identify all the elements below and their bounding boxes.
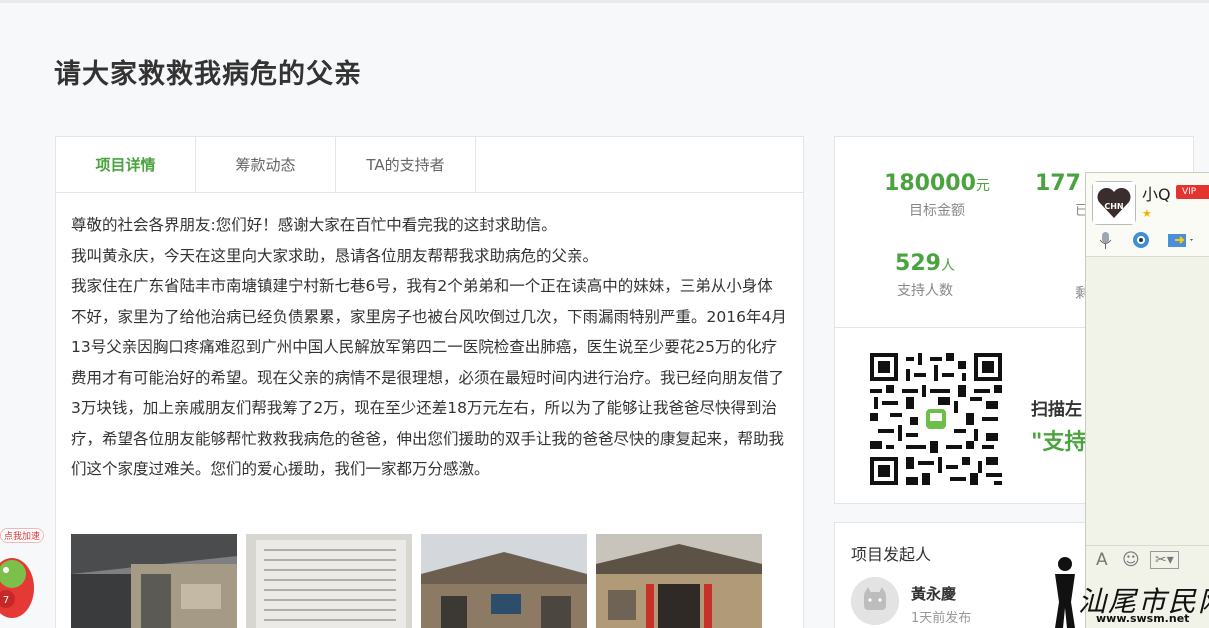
- qq-toolbar: [1094, 229, 1193, 251]
- photo-strip: [71, 534, 762, 628]
- photo-document[interactable]: [246, 534, 412, 628]
- story-paragraph: 我叫黄永庆，今天在这里向大家求助，恳请各位朋友帮帮我求助病危的父亲。: [71, 246, 599, 265]
- photo-house-1[interactable]: [71, 534, 237, 628]
- photo-house-3[interactable]: [596, 534, 762, 628]
- watermark-url: www.swsm.net: [1096, 612, 1190, 625]
- badge-count: 7: [3, 595, 9, 606]
- goal-label: 目标金额: [909, 203, 965, 219]
- story-paragraph: 我家住在广东省陆丰市南塘镇建宁村新七巷6号，我有2个弟弟和一个正在读高中的妹妹，…: [71, 277, 787, 478]
- qq-contact-name: 小Q: [1142, 185, 1171, 204]
- page-title: 请大家救救我病危的父亲: [54, 59, 362, 90]
- initiator-avatar[interactable]: [851, 577, 899, 625]
- goal-amount-stat: 180000元 目标金额: [857, 171, 1017, 220]
- initiator-name[interactable]: 黃永慶: [911, 583, 956, 604]
- initiator-title: 项目发起人: [851, 545, 932, 564]
- tab-funding-updates[interactable]: 筹款动态: [196, 137, 336, 193]
- goal-amount: 180000: [884, 171, 976, 196]
- qq-avatar[interactable]: CHN: [1092, 181, 1136, 225]
- initiator-time: 1天前发布: [911, 611, 972, 626]
- qq-header: CHN 小Q VIP ★: [1086, 173, 1209, 257]
- qr-code: [870, 353, 1002, 485]
- supporters-stat: 529人 支持人数: [845, 251, 1005, 300]
- send-file-icon[interactable]: [1166, 229, 1193, 251]
- supporters-count: 529: [895, 251, 941, 276]
- top-border: [0, 0, 1209, 3]
- tab-bar: 项目详情 筹款动态 TA的支持者: [56, 137, 803, 193]
- microphone-icon[interactable]: [1094, 229, 1116, 251]
- photo-house-2[interactable]: [421, 534, 587, 628]
- support-prompt: "支持: [1031, 430, 1087, 455]
- goal-unit: 元: [975, 178, 990, 194]
- qq-avatar-text: CHN: [1104, 202, 1123, 211]
- star-icon: ★: [1142, 207, 1152, 220]
- supporters-label: 支持人数: [897, 283, 953, 299]
- story-text: 尊敬的社会各界朋友:您们好！感谢大家在百忙中看完我的这封求助信。 我叫黄永庆，今…: [56, 193, 803, 485]
- story-paragraph: 尊敬的社会各界朋友:您们好！感谢大家在百忙中看完我的这封求助信。: [71, 216, 557, 234]
- tab-supporters[interactable]: TA的支持者: [336, 137, 476, 193]
- camera-icon[interactable]: [1130, 229, 1152, 251]
- scan-prompt: 扫描左: [1031, 400, 1082, 420]
- boost-label: 点我加速: [0, 528, 45, 543]
- supporters-unit: 人: [940, 258, 955, 274]
- tab-project-details[interactable]: 项目详情: [56, 137, 196, 193]
- project-detail-card: 项目详情 筹款动态 TA的支持者 尊敬的社会各界朋友:您们好！感谢大家在百忙中看…: [55, 136, 804, 628]
- raised-amount: 177: [1035, 171, 1081, 196]
- vip-badge: VIP: [1176, 185, 1209, 199]
